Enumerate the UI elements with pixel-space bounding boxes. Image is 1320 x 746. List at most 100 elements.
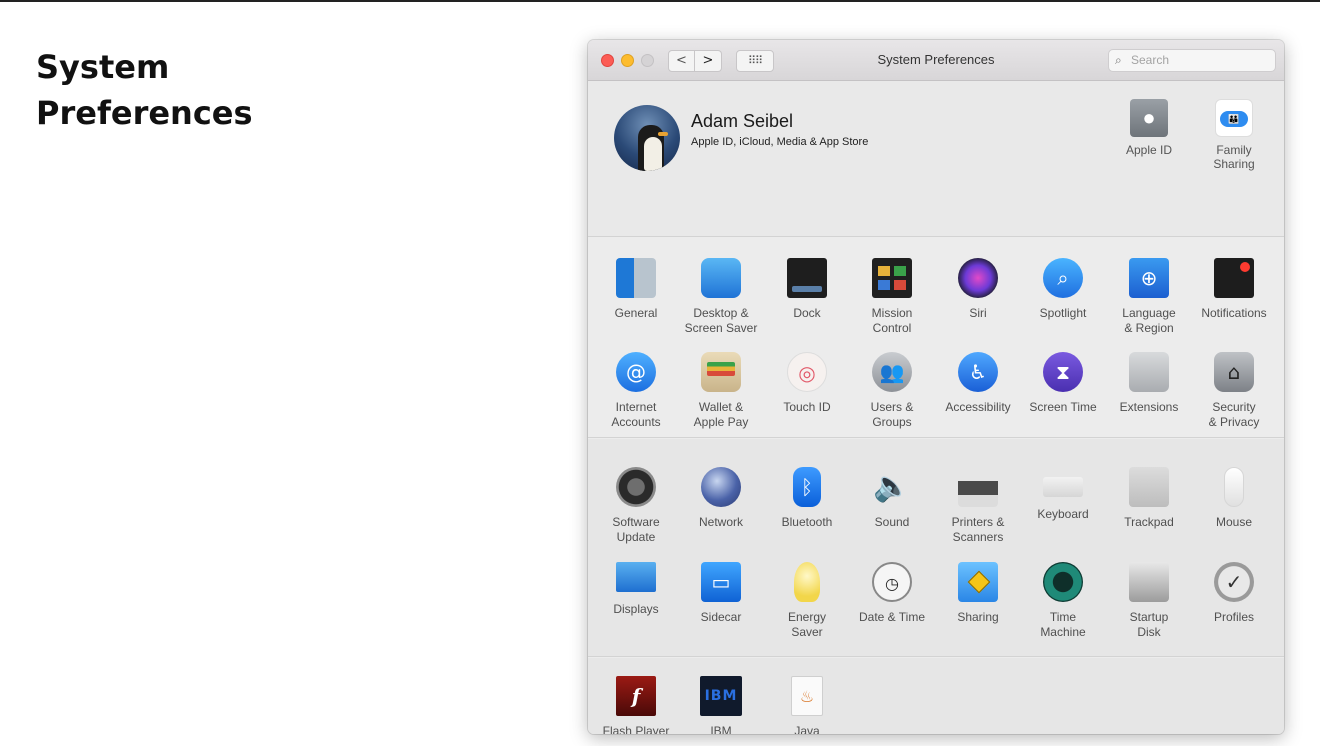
pane-label: Spotlight bbox=[1039, 306, 1087, 320]
pane-label: General bbox=[614, 306, 658, 320]
pane-internet-accounts[interactable]: @ Internet Accounts bbox=[593, 352, 679, 429]
general-icon bbox=[616, 258, 656, 298]
pane-ibm-registration[interactable]: IBM IBM Registration bbox=[678, 676, 764, 734]
pane-label: Printers & Scanners bbox=[951, 515, 1005, 544]
pane-label: Accessibility bbox=[945, 400, 1011, 414]
pane-printers-scanners[interactable]: Printers & Scanners bbox=[935, 467, 1021, 544]
family-sharing-label: Family Sharing bbox=[1213, 143, 1255, 171]
pane-language-region[interactable]: ⊕ Language & Region bbox=[1106, 258, 1192, 335]
users-icon: 👥 bbox=[872, 352, 912, 392]
trackpad-icon bbox=[1129, 467, 1169, 507]
pane-trackpad[interactable]: Trackpad bbox=[1106, 467, 1192, 530]
pane-label: Siri bbox=[969, 306, 987, 320]
pane-label: Time Machine bbox=[1040, 610, 1086, 639]
apple-icon: ● bbox=[1130, 99, 1168, 137]
pane-date-time[interactable]: ◷ Date & Time bbox=[849, 562, 935, 625]
pane-energy-saver[interactable]: Energy Saver bbox=[764, 562, 850, 639]
badge-check-icon: ✓ bbox=[1214, 562, 1254, 602]
pane-label: Security & Privacy bbox=[1208, 400, 1260, 429]
personal-section: General Desktop & Screen Saver Dock Miss… bbox=[588, 238, 1284, 438]
pane-desktop-screen-saver[interactable]: Desktop & Screen Saver bbox=[678, 258, 764, 335]
pane-screen-time[interactable]: ⧗ Screen Time bbox=[1020, 352, 1106, 415]
pane-bluetooth[interactable]: ᛒ Bluetooth bbox=[764, 467, 850, 530]
slide-title-line2: Preferences bbox=[36, 94, 253, 132]
pane-label: Mouse bbox=[1215, 515, 1253, 529]
lightbulb-icon bbox=[794, 562, 820, 602]
pane-general[interactable]: General bbox=[593, 258, 679, 321]
pane-time-machine[interactable]: Time Machine bbox=[1020, 562, 1106, 639]
internet-accounts-icon: @ bbox=[616, 352, 656, 392]
mouse-icon bbox=[1224, 467, 1244, 507]
siri-icon bbox=[958, 258, 998, 298]
pane-label: Mission Control bbox=[871, 306, 913, 335]
title-bar[interactable]: < > ⠿⠿ System Preferences ⌕ Search bbox=[588, 40, 1284, 81]
pane-label: Notifications bbox=[1201, 306, 1267, 320]
pane-users-groups[interactable]: 👥 Users & Groups bbox=[849, 352, 935, 429]
pane-sharing[interactable]: Sharing bbox=[935, 562, 1021, 625]
pane-label: IBM Registration bbox=[710, 724, 732, 734]
pane-label: Touch ID bbox=[783, 400, 831, 414]
fingerprint-icon: ◎ bbox=[787, 352, 827, 392]
pane-mission-control[interactable]: Mission Control bbox=[849, 258, 935, 335]
pane-mouse[interactable]: Mouse bbox=[1191, 467, 1277, 530]
speaker-icon: 🔈 bbox=[873, 469, 911, 504]
pane-accessibility[interactable]: ♿ Accessibility bbox=[935, 352, 1021, 415]
pane-siri[interactable]: Siri bbox=[935, 258, 1021, 321]
sharing-folder-icon bbox=[958, 562, 998, 602]
pane-profiles[interactable]: ✓ Profiles bbox=[1191, 562, 1277, 625]
search-icon: ⌕ bbox=[1115, 53, 1122, 67]
apple-id-pane[interactable]: ● Apple ID bbox=[1114, 99, 1184, 157]
pane-dock[interactable]: Dock bbox=[764, 258, 850, 321]
pane-label: Sharing bbox=[957, 610, 999, 624]
pane-keyboard[interactable]: Keyboard bbox=[1020, 467, 1106, 522]
pane-label: Bluetooth bbox=[781, 515, 833, 529]
pane-label: Sidecar bbox=[700, 610, 742, 624]
pane-label: Trackpad bbox=[1124, 515, 1174, 529]
slide-title: System Preferences bbox=[36, 44, 253, 136]
gear-icon bbox=[616, 467, 656, 507]
user-name[interactable]: Adam Seibel bbox=[691, 111, 793, 132]
top-rule bbox=[0, 0, 1320, 2]
pane-label: Energy Saver bbox=[787, 610, 827, 639]
search-placeholder: Search bbox=[1131, 53, 1170, 67]
family-sharing-icon: 👪 bbox=[1215, 99, 1253, 137]
pane-sound[interactable]: 🔈 Sound bbox=[849, 467, 935, 530]
avatar[interactable] bbox=[614, 105, 680, 171]
apple-id-label: Apple ID bbox=[1125, 143, 1173, 157]
clock-icon: ◷ bbox=[872, 562, 912, 602]
wallet-icon bbox=[701, 352, 741, 392]
pane-label: Internet Accounts bbox=[611, 400, 661, 429]
bluetooth-icon: ᛒ bbox=[793, 467, 821, 507]
pane-sidecar[interactable]: ▭ Sidecar bbox=[678, 562, 764, 625]
pane-security-privacy[interactable]: ⌂ Security & Privacy bbox=[1191, 352, 1277, 429]
pane-java[interactable]: ♨ Java bbox=[764, 676, 850, 734]
display-icon bbox=[616, 562, 656, 592]
pane-network[interactable]: Network bbox=[678, 467, 764, 530]
pane-label: Desktop & Screen Saver bbox=[684, 306, 758, 335]
flash-icon: f bbox=[616, 676, 656, 716]
pane-label: Screen Time bbox=[1029, 400, 1097, 414]
pane-spotlight[interactable]: ⌕ Spotlight bbox=[1020, 258, 1106, 321]
account-section: Adam Seibel Apple ID, iCloud, Media & Ap… bbox=[588, 81, 1284, 237]
pane-software-update[interactable]: Software Update bbox=[593, 467, 679, 544]
pane-label: Wallet & Apple Pay bbox=[693, 400, 749, 429]
pane-label: Dock bbox=[793, 306, 821, 320]
pane-displays[interactable]: Displays bbox=[593, 562, 679, 617]
ibm-icon: IBM bbox=[700, 676, 742, 716]
keyboard-icon bbox=[1043, 477, 1083, 497]
language-icon: ⊕ bbox=[1129, 258, 1169, 298]
pane-notifications[interactable]: Notifications bbox=[1191, 258, 1277, 321]
disk-icon bbox=[1129, 562, 1169, 602]
search-field[interactable]: ⌕ Search bbox=[1108, 49, 1276, 72]
globe-icon bbox=[701, 467, 741, 507]
pane-flash-player[interactable]: f Flash Player bbox=[593, 676, 679, 734]
pane-wallet-apple-pay[interactable]: Wallet & Apple Pay bbox=[678, 352, 764, 429]
pane-extensions[interactable]: Extensions bbox=[1106, 352, 1192, 415]
pane-startup-disk[interactable]: Startup Disk bbox=[1106, 562, 1192, 639]
hourglass-icon: ⧗ bbox=[1043, 352, 1083, 392]
pane-touch-id[interactable]: ◎ Touch ID bbox=[764, 352, 850, 415]
pane-label: Java bbox=[794, 724, 820, 734]
pane-label: Startup Disk bbox=[1129, 610, 1169, 639]
family-sharing-pane[interactable]: 👪 Family Sharing bbox=[1199, 99, 1269, 171]
pane-label: Keyboard bbox=[1037, 507, 1089, 521]
